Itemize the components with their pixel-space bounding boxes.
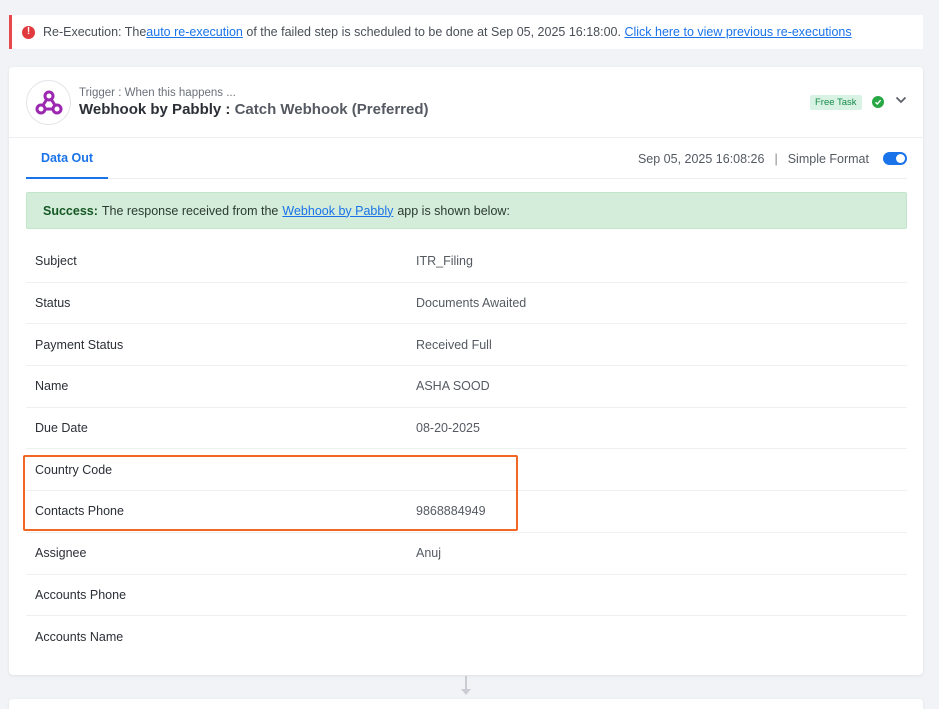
field-key: Accounts Name [35,630,124,645]
success-banner: Success: The response received from the … [26,192,907,229]
success-text-end: app is shown below: [397,203,510,218]
field-key: Due Date [35,421,88,436]
table-row: Subject ITR_Filing [26,241,907,283]
table-row: Status Documents Awaited [26,283,907,325]
response-data-list: Subject ITR_Filing Status Documents Awaite… [26,241,907,658]
table-row: Accounts Name [26,616,907,658]
response-meta: Sep 05, 2025 16:08:26 | Simple Format [638,138,907,179]
table-row: Accounts Phone [26,575,907,617]
field-value: ASHA SOOD [416,379,490,394]
field-value: ITR_Filing [416,254,473,269]
data-tabs-row: Data Out Sep 05, 2025 16:08:26 | Simple … [26,138,907,179]
table-row: Due Date 08-20-2025 [26,408,907,450]
exclamation-circle-icon: ! [22,25,35,39]
next-step-card[interactable] [9,699,923,709]
field-value: Documents Awaited [416,296,527,311]
field-value: 9868884949 [416,504,486,519]
table-row: Contacts Phone 9868884949 [26,491,907,533]
field-key: Status [35,296,71,311]
tab-data-out[interactable]: Data Out [26,138,108,179]
response-timestamp: Sep 05, 2025 16:08:26 [637,151,765,166]
simple-format-label: Simple Format [787,151,869,166]
field-key: Assignee [35,546,87,561]
success-label: Success: [43,203,98,218]
trigger-event-name: Catch Webhook (Preferred) [234,101,429,118]
re-execution-notice: ! Re-Execution: The auto re-execution of… [9,15,923,49]
field-key: Name [35,379,69,394]
field-key: Payment Status [35,337,124,352]
meta-separator: | [774,151,778,166]
field-value: 08-20-2025 [416,421,480,436]
chevron-down-icon[interactable] [894,93,908,107]
auto-re-execution-link[interactable]: auto re-execution [146,25,243,39]
notice-prefix: Re-Execution: The [43,25,147,39]
simple-format-toggle[interactable] [883,152,907,165]
trigger-subtitle: Trigger : When this happens ... [79,87,236,99]
field-value: Received Full [416,337,492,352]
free-task-badge: Free Task [810,95,862,110]
success-text-start: The response received from the [101,203,279,218]
table-row: Name ASHA SOOD [26,366,907,408]
check-circle-icon [872,96,884,108]
table-row: Payment Status Received Full [26,324,907,367]
field-key: Accounts Phone [35,587,127,602]
notice-middle: of the failed step is scheduled to be do… [242,25,625,39]
arrow-down-icon [461,689,471,695]
field-key: Contacts Phone [35,504,124,519]
field-key: Subject [35,254,77,269]
webhook-logo-icon [26,80,71,125]
table-row: Assignee Anuj [26,533,907,575]
field-key: Country Code [35,462,113,477]
view-previous-re-executions-link[interactable]: Click here to view previous re-execution… [624,25,851,39]
field-value: Anuj [416,546,442,561]
trigger-card-header[interactable]: Trigger : When this happens ... Webhook … [9,67,923,138]
trigger-title: Webhook by Pabbly : Catch Webhook (Prefe… [79,101,429,118]
table-row: Country Code [26,449,907,492]
trigger-card: Trigger : When this happens ... Webhook … [9,67,923,675]
trigger-app-name: Webhook by Pabbly : [79,101,231,118]
webhook-by-pabbly-link[interactable]: Webhook by Pabbly [282,204,393,218]
